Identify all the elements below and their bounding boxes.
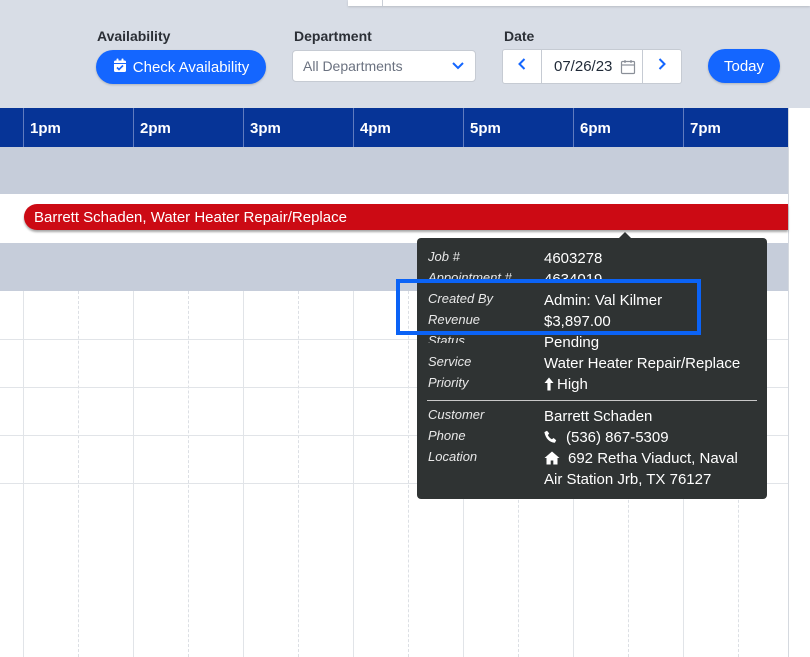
hour-header: 7pm xyxy=(683,108,788,147)
arrow-up-icon xyxy=(544,377,554,395)
phone-icon xyxy=(544,430,558,448)
date-label: Date xyxy=(504,28,535,44)
appointment-bar-label: Barrett Schaden, Water Heater Repair/Rep… xyxy=(34,208,347,226)
date-picker: 07/26/23 xyxy=(502,49,682,84)
timeline-header: 1pm 2pm 3pm 4pm 5pm 6pm 7pm xyxy=(0,108,788,147)
customer-label: Customer xyxy=(428,407,485,422)
department-label: Department xyxy=(294,28,372,44)
today-button[interactable]: Today xyxy=(708,49,780,83)
calendar-check-icon xyxy=(113,58,127,77)
date-input[interactable]: 07/26/23 xyxy=(541,50,643,83)
date-value: 07/26/23 xyxy=(554,58,613,75)
status-value: Pending xyxy=(544,334,600,351)
availability-label: Availability xyxy=(97,28,171,44)
chevron-down-icon xyxy=(451,58,465,72)
hour-header: 6pm xyxy=(573,108,683,147)
technician-group-band xyxy=(0,147,788,194)
tooltip-divider xyxy=(427,400,757,401)
chevron-right-icon xyxy=(657,57,667,76)
service-label: Service xyxy=(428,354,472,369)
tooltip-arrow xyxy=(619,232,631,238)
appointment-bar[interactable]: Barrett Schaden, Water Heater Repair/Rep… xyxy=(24,204,788,230)
phone-label: Phone xyxy=(428,428,466,443)
hour-header: 2pm xyxy=(133,108,243,147)
customer-value: Barrett Schaden xyxy=(544,408,653,425)
priority-value-row: High xyxy=(544,376,588,395)
date-next-button[interactable] xyxy=(643,50,681,83)
home-icon xyxy=(544,451,560,469)
location-line1: 692 Retha Viaduct, Naval xyxy=(568,450,738,467)
priority-label: Priority xyxy=(428,375,469,390)
highlight-box xyxy=(396,279,701,335)
appointment-tooltip: Job # 4603278 Appointment # 4634019 Crea… xyxy=(417,232,767,499)
job-label: Job # xyxy=(428,249,460,264)
hour-header: 3pm xyxy=(243,108,353,147)
hour-header: 1pm xyxy=(23,108,133,147)
phone-value-row: (536) 867-5309 xyxy=(544,429,669,448)
priority-value: High xyxy=(557,376,588,393)
chevron-left-icon xyxy=(517,57,527,76)
hour-header: 4pm xyxy=(353,108,463,147)
calendar-icon[interactable] xyxy=(620,59,636,79)
scrollbar-track[interactable] xyxy=(788,108,810,657)
phone-value: (536) 867-5309 xyxy=(566,429,669,446)
location-value-row: 692 Retha Viaduct, Naval xyxy=(544,450,738,469)
check-availability-button[interactable]: Check Availability xyxy=(96,50,266,84)
location-label: Location xyxy=(428,449,478,464)
check-availability-label: Check Availability xyxy=(132,58,250,76)
location-line2: Air Station Jrb, TX 76127 xyxy=(544,471,712,488)
department-select[interactable]: All Departments xyxy=(292,50,476,82)
top-panel-edge xyxy=(348,0,810,6)
service-value: Water Heater Repair/Replace xyxy=(544,355,741,372)
date-prev-button[interactable] xyxy=(503,50,541,83)
department-value: All Departments xyxy=(303,58,403,74)
hour-header: 5pm xyxy=(463,108,573,147)
job-value: 4603278 xyxy=(544,250,603,267)
